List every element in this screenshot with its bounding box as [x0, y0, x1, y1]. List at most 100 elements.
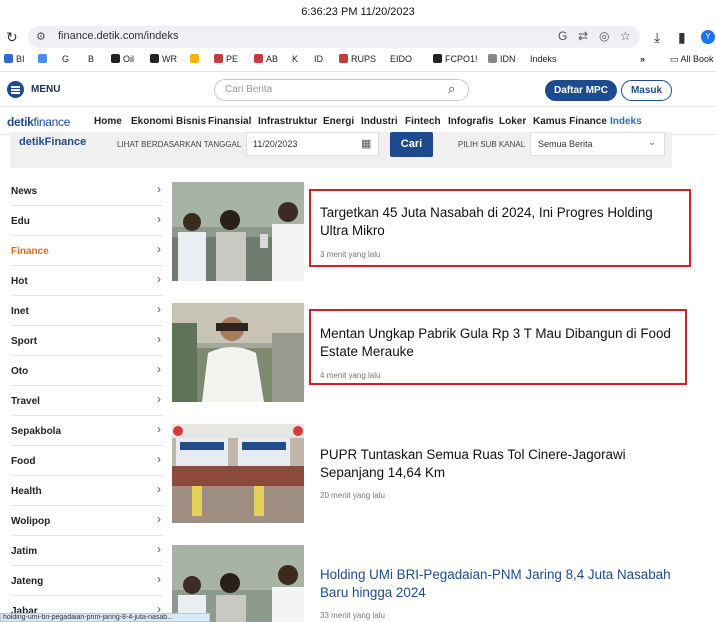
bookmark-item[interactable]: G [62, 54, 69, 64]
site-header: MENU Cari Berita ⌕ Daftar MPC Masuk [0, 73, 716, 107]
chevron-right-icon: › [157, 422, 161, 436]
bookmark-item[interactable]: RUPS [339, 54, 376, 64]
bookmark-item[interactable]: B [88, 54, 94, 64]
nav-link[interactable]: Loker [499, 116, 526, 127]
nav-link[interactable]: Ekonomi Bisnis [131, 116, 206, 127]
sidebar-item-label: Food [11, 456, 36, 467]
nav-link[interactable]: Industri [361, 116, 398, 127]
star-icon[interactable]: ☆ [620, 29, 631, 43]
sidebar-item[interactable]: Jateng › [11, 566, 163, 596]
article-time: 4 menit yang lalu [320, 371, 381, 380]
chevron-right-icon: › [157, 242, 161, 256]
bookmark-item[interactable]: BI [4, 54, 25, 64]
chevron-right-icon: › [157, 302, 161, 316]
chevron-right-icon: › [157, 362, 161, 376]
article-title[interactable]: PUPR Tuntaskan Semua Ruas Tol Cinere-Jag… [320, 446, 682, 482]
nav-link[interactable]: Indeks [610, 116, 642, 127]
bookmark-favicon-icon [190, 54, 199, 63]
nav-link[interactable]: Energi [323, 116, 354, 127]
search-input[interactable]: Cari Berita ⌕ [214, 79, 469, 101]
bookmark-favicon-icon [339, 54, 348, 63]
eye-off-icon[interactable]: ◎ [599, 29, 609, 43]
all-bookmarks-label: All Book [680, 54, 714, 64]
sidebar-item[interactable]: Hot › [11, 266, 163, 296]
sidebar-item[interactable]: Health › [11, 476, 163, 506]
sidebar-item[interactable]: Food › [11, 446, 163, 476]
bookmark-favicon-icon [38, 54, 47, 63]
menu-label[interactable]: MENU [31, 84, 60, 95]
article-title[interactable]: Targetkan 45 Juta Nasabah di 2024, Ini P… [320, 204, 682, 240]
bookmark-label: ID [314, 54, 323, 64]
nav-link[interactable]: Infrastruktur [258, 116, 317, 127]
masuk-button[interactable]: Masuk [621, 80, 672, 101]
bookmark-item[interactable]: EIDO [390, 54, 412, 64]
article-thumbnail[interactable] [172, 545, 304, 622]
bookmark-item[interactable]: FCPO1! [433, 54, 478, 64]
sub-kanal-select[interactable]: Semua Berita ⌄ [530, 132, 665, 156]
sidebar-item-label: Wolipop [11, 516, 51, 527]
status-bar: holding-umi-bri-pegadaian-pnm-jaring-8-4… [0, 613, 210, 622]
bookmark-item[interactable]: IDN [488, 54, 516, 64]
download-icon[interactable]: ⤓ [654, 24, 660, 50]
sidebar: News › Edu › Finance › Hot › Inet › Sport › Oto › Trav… [0, 176, 168, 622]
sidebar-item[interactable]: Jatim › [11, 536, 163, 566]
chevron-right-icon: › [157, 482, 161, 496]
sidebar-item[interactable]: Wolipop › [11, 506, 163, 536]
all-bookmarks-button[interactable]: ▭ All Book [670, 54, 714, 65]
sidebar-item[interactable]: Oto › [11, 356, 163, 386]
sidebar-item[interactable]: Travel › [11, 386, 163, 416]
nav-link[interactable]: Fintech [405, 116, 441, 127]
bookmark-item[interactable]: ID [314, 54, 323, 64]
search-icon[interactable]: ⌕ [448, 81, 455, 97]
url-box[interactable]: ⚙ finance.detik.com/indeks G ⇄ ◎ ☆ [28, 26, 640, 48]
kanal-label: PILIH SUB KANAL [458, 140, 526, 149]
sidebar-item[interactable]: News › [11, 176, 163, 206]
sidebar-item-label: Jatim [11, 546, 38, 557]
bookmark-item[interactable]: K [292, 54, 298, 64]
bookmark-favicon-icon [488, 54, 497, 63]
nav-link[interactable]: Home [94, 116, 122, 127]
url-text[interactable]: finance.detik.com/indeks [58, 30, 178, 42]
site-settings-icon[interactable]: ⚙ [36, 30, 46, 43]
bookmark-item[interactable] [38, 54, 50, 64]
chevron-right-icon: › [157, 182, 161, 196]
menu-icon[interactable] [7, 81, 24, 98]
bookmark-label: B [88, 54, 95, 64]
bookmark-item[interactable]: PE [214, 54, 238, 64]
sidebar-item[interactable]: Edu › [11, 206, 163, 236]
daftar-mpc-button[interactable]: Daftar MPC [545, 80, 617, 101]
detikfinance-logo[interactable]: detikfinance [7, 115, 70, 129]
bookmark-item[interactable]: WR [150, 54, 177, 64]
translate-icon[interactable]: ⇄ [578, 29, 588, 43]
sidebar-item[interactable]: Sepakbola › [11, 416, 163, 446]
sidebar-item-label: News [11, 186, 38, 197]
calendar-icon[interactable]: ▦ [361, 137, 371, 150]
side-panel-icon[interactable]: ▮ [678, 24, 686, 50]
bookmark-item[interactable]: Indeks [530, 54, 557, 64]
nav-link[interactable]: Infografis [448, 116, 494, 127]
sidebar-item[interactable]: Inet › [11, 296, 163, 326]
sidebar-item[interactable]: Finance › [11, 236, 163, 266]
nav-link[interactable]: Kamus Finance [533, 116, 607, 127]
sidebar-item[interactable]: Sport › [11, 326, 163, 356]
google-icon[interactable]: G [558, 29, 567, 43]
bookmark-item[interactable] [190, 54, 202, 64]
article-thumbnail[interactable] [172, 182, 304, 281]
profile-avatar[interactable]: Y [701, 30, 715, 44]
sidebar-item-label: Travel [11, 396, 40, 407]
bookmark-item[interactable]: Oil [111, 54, 134, 64]
article-title[interactable]: Mentan Ungkap Pabrik Gula Rp 3 T Mau Dib… [320, 325, 682, 361]
article-thumbnail[interactable] [172, 424, 304, 523]
bookmarks-more-button[interactable]: » [640, 54, 645, 64]
nav-link[interactable]: Finansial [208, 116, 251, 127]
cari-button[interactable]: Cari [390, 132, 433, 157]
article-title[interactable]: Holding UMi BRI-Pegadaian-PNM Jaring 8,4… [320, 566, 682, 602]
sidebar-item-label: Inet [11, 306, 29, 317]
article-thumbnail[interactable] [172, 303, 304, 402]
bookmark-item[interactable]: AB [254, 54, 278, 64]
reload-icon[interactable]: ↻ [6, 24, 18, 50]
sidebar-item-label: Oto [11, 366, 29, 377]
sidebar-item-label: Sport [11, 336, 38, 347]
chevron-right-icon: › [157, 572, 161, 586]
date-input[interactable]: 11/20/2023 ▦ [246, 132, 379, 156]
